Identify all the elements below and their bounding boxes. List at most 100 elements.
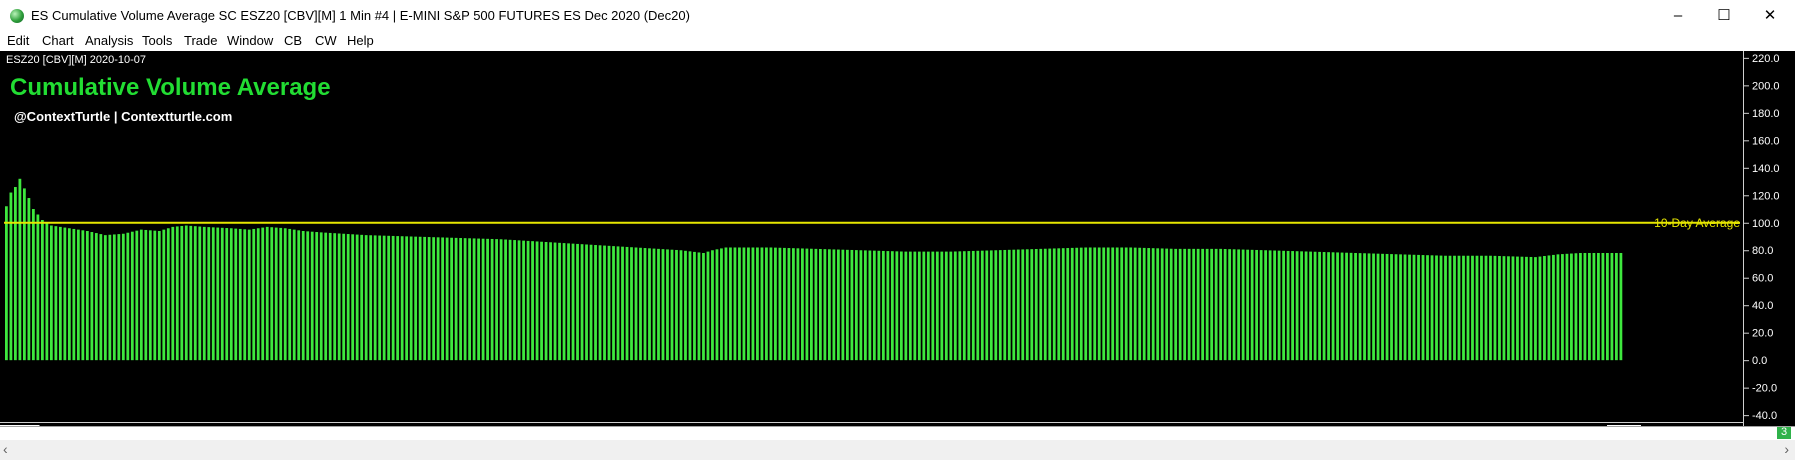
volume-bar <box>157 231 161 361</box>
menu-bar: Edit Chart Analysis Tools Trade Window C… <box>0 32 1795 51</box>
volume-bar <box>1471 255 1474 361</box>
scroll-left-arrow-icon[interactable]: ‹ <box>3 441 8 457</box>
menu-cb[interactable]: CB <box>284 33 302 48</box>
window-title: ES Cumulative Volume Average SC ESZ20 [C… <box>31 8 690 23</box>
menu-tools[interactable]: Tools <box>142 33 172 48</box>
volume-bar <box>1142 247 1146 361</box>
volume-bar <box>1147 248 1151 361</box>
volume-bar <box>684 250 687 361</box>
volume-bar <box>1543 256 1546 361</box>
menu-edit[interactable]: Edit <box>7 33 29 48</box>
volume-bar <box>5 206 8 361</box>
volume-bar <box>661 249 665 361</box>
volume-bar <box>1223 249 1227 361</box>
volume-bar <box>1484 255 1488 361</box>
volume-bar <box>171 226 175 361</box>
volume-bar <box>540 241 543 361</box>
volume-bar <box>495 239 498 361</box>
volume-bar <box>1354 252 1357 361</box>
volume-bar <box>1448 255 1452 361</box>
menu-chart[interactable]: Chart <box>42 33 74 48</box>
volume-bar <box>697 252 701 361</box>
volume-bar <box>724 247 728 361</box>
volume-bar <box>1453 255 1456 361</box>
menu-window[interactable]: Window <box>227 33 273 48</box>
volume-bar <box>720 248 723 361</box>
volume-bar <box>432 237 436 361</box>
volume-bar <box>337 233 341 361</box>
volume-bar <box>805 248 809 361</box>
volume-bar <box>1525 256 1528 361</box>
volume-bar <box>756 247 759 361</box>
menu-cw[interactable]: CW <box>315 33 337 48</box>
volume-bar <box>801 248 804 361</box>
volume-bar <box>953 251 957 361</box>
volume-bar <box>949 251 953 361</box>
y-axis-tick <box>1744 140 1749 142</box>
volume-bar <box>926 251 930 361</box>
volume-bar <box>342 233 346 361</box>
scroll-right-arrow-icon[interactable]: › <box>1784 441 1789 457</box>
volume-bar <box>1264 250 1268 361</box>
study-title: Cumulative Volume Average <box>10 74 331 101</box>
volume-bar <box>1372 253 1375 361</box>
volume-bar <box>256 228 260 361</box>
volume-bar <box>553 242 557 361</box>
menu-trade[interactable]: Trade <box>184 33 217 48</box>
maximize-button[interactable]: ☐ <box>1701 4 1747 28</box>
volume-bar <box>292 229 296 361</box>
volume-bar <box>229 228 233 361</box>
close-button[interactable]: ✕ <box>1747 4 1793 28</box>
horizontal-scrollbar[interactable]: ‹ › <box>0 440 1795 460</box>
volume-bar <box>621 246 624 361</box>
volume-bar <box>144 229 148 361</box>
volume-bar <box>1322 252 1326 361</box>
volume-bar <box>1516 256 1519 361</box>
volume-bar <box>45 222 49 361</box>
price-scale-border <box>1743 51 1744 426</box>
volume-bar <box>1385 253 1389 361</box>
volume-bar <box>319 232 323 361</box>
volume-bar <box>526 240 530 361</box>
volume-bar <box>1439 255 1443 361</box>
volume-bar <box>1376 253 1380 361</box>
volume-bar <box>796 248 800 361</box>
volume-bar <box>423 236 427 361</box>
volume-bar <box>1133 247 1137 361</box>
volume-bar <box>1421 255 1425 361</box>
volume-bar <box>1021 249 1025 361</box>
y-axis-tick <box>1744 250 1749 252</box>
volume-bar <box>1534 257 1537 361</box>
volume-bar <box>751 247 755 361</box>
volume-bar <box>733 247 737 361</box>
volume-bar <box>279 227 283 361</box>
volume-bar <box>85 231 89 361</box>
chart-svg[interactable]: 220.0 200.0 180.0 160.0 140.0 120.0 100.0 80.0 6… <box>0 51 1795 439</box>
volume-bar <box>63 227 67 361</box>
menu-help[interactable]: Help <box>347 33 374 48</box>
volume-bar <box>747 247 750 361</box>
volume-bar <box>1034 249 1038 361</box>
volume-bar <box>1138 247 1142 361</box>
volume-bar <box>522 240 525 361</box>
volume-bar <box>234 228 238 361</box>
volume-bar <box>1579 252 1582 361</box>
volume-bar <box>1588 252 1591 361</box>
volume-bar <box>666 249 669 361</box>
volume-bar <box>22 188 26 361</box>
y-axis-label: -40.0 <box>1752 410 1777 422</box>
volume-bar <box>382 235 386 361</box>
volume-bar <box>1061 248 1065 361</box>
volume-bar <box>1309 251 1312 361</box>
volume-bar <box>580 244 584 361</box>
volume-bar <box>1570 253 1573 361</box>
volume-bar <box>1057 248 1061 361</box>
volume-bar <box>346 234 350 361</box>
counter-badge: 3 <box>1777 426 1791 439</box>
volume-bar <box>1151 248 1155 361</box>
volume-bar <box>1480 255 1483 361</box>
chart-area[interactable]: 220.0 200.0 180.0 160.0 140.0 120.0 100.0 80.0 6… <box>0 51 1795 439</box>
y-axis-label: 100.0 <box>1752 218 1780 230</box>
menu-analysis[interactable]: Analysis <box>85 33 133 48</box>
minimize-button[interactable]: – <box>1655 4 1701 28</box>
